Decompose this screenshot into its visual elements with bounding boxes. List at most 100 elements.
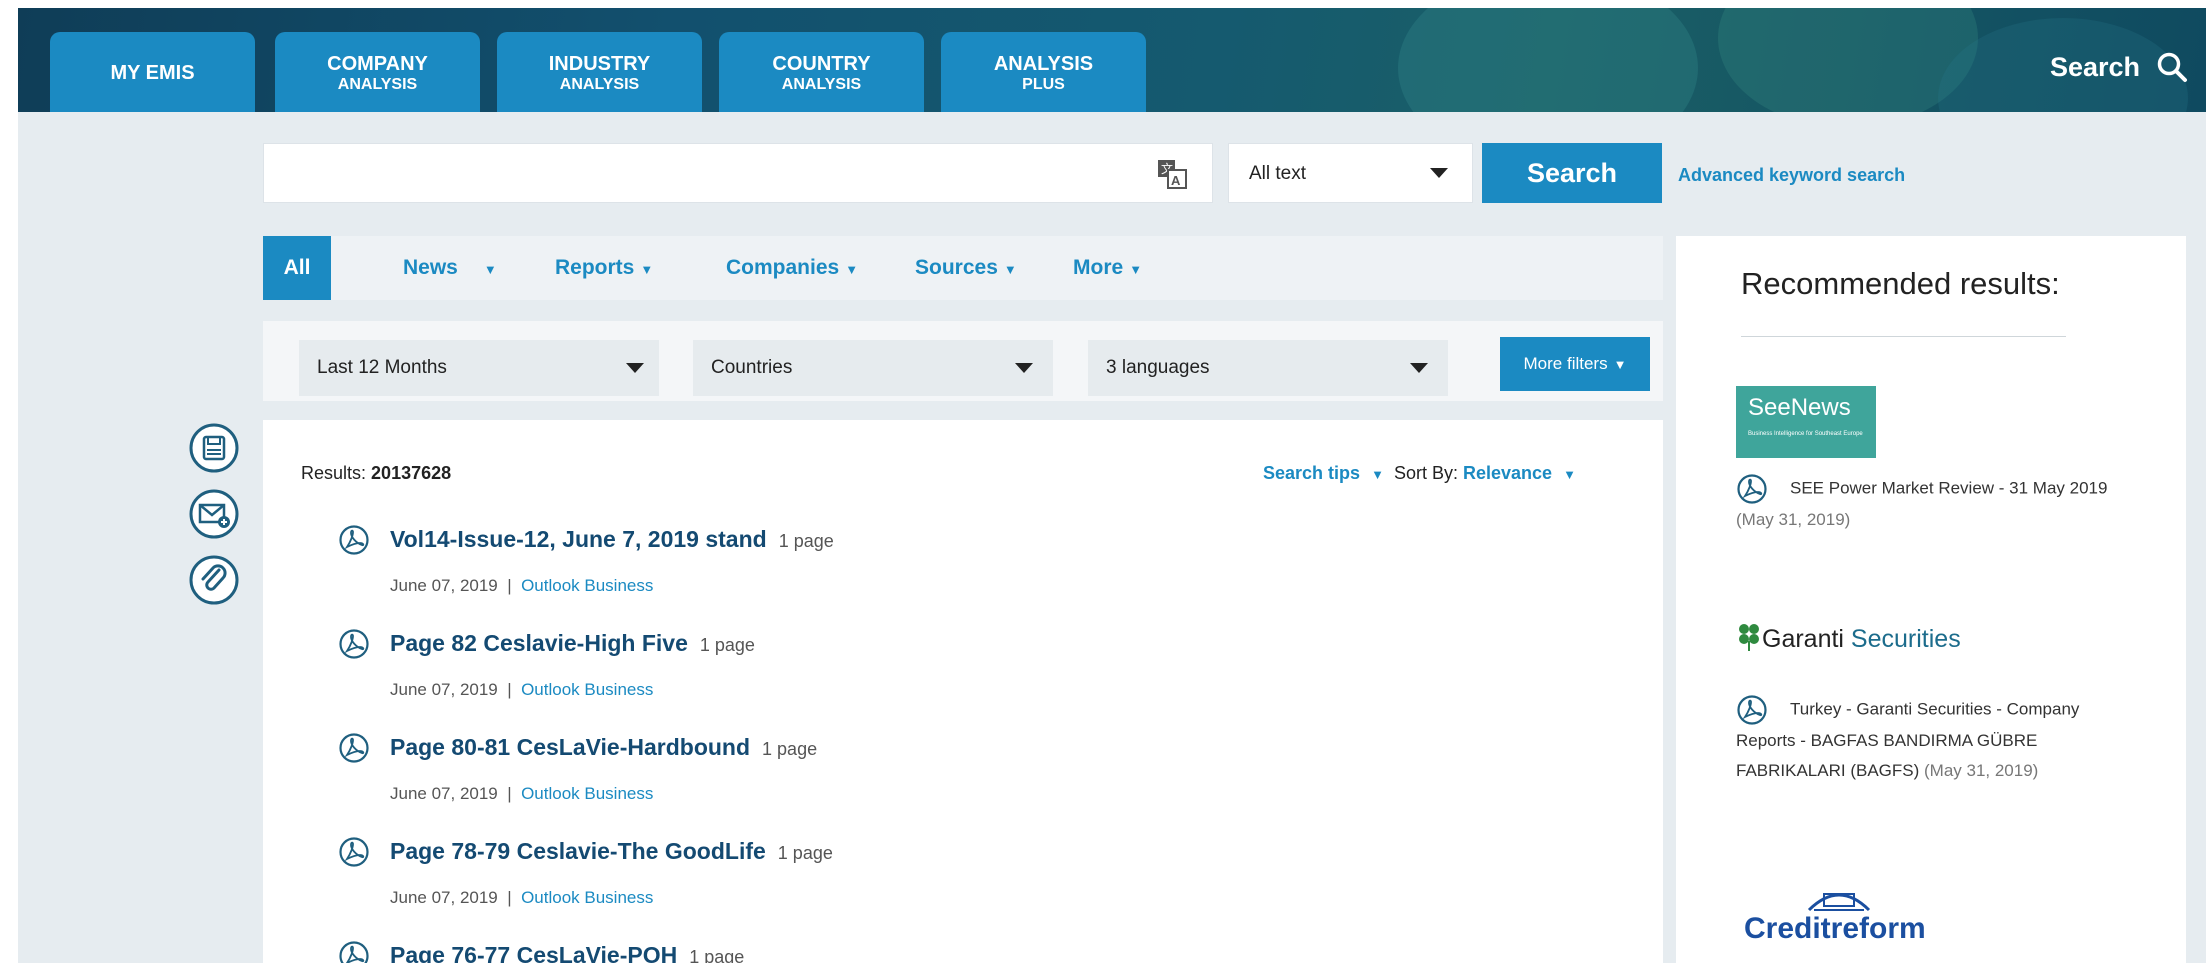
nav-tab-my-emis[interactable]: MY EMIS bbox=[50, 32, 255, 112]
nav-tab-sublabel: PLUS bbox=[1022, 76, 1065, 93]
search-tips-link[interactable]: Search tips ▼ bbox=[1263, 463, 1384, 483]
creditreform-logo-text: Creditreform bbox=[1744, 912, 1926, 945]
result-title: Page 80-81 CesLaVie-Hardbound bbox=[390, 734, 751, 760]
result-meta: June 07, 2019 | Outlook Business bbox=[390, 784, 654, 803]
chevron-down-icon bbox=[1015, 363, 1033, 373]
result-source-link[interactable]: Outlook Business bbox=[521, 888, 653, 907]
caret-down-icon: ▼ bbox=[1613, 357, 1627, 372]
nav-tab-analysis-plus[interactable]: ANALYSIS PLUS bbox=[941, 32, 1146, 112]
result-title-link[interactable]: Page 82 Ceslavie-High Five 1 page bbox=[390, 630, 755, 657]
pdf-icon bbox=[1737, 474, 1767, 504]
results-panel: Results: 20137628 Search tips ▼ Sort By:… bbox=[263, 420, 1663, 963]
chevron-down-icon bbox=[1430, 168, 1448, 178]
email-alert-icon[interactable] bbox=[188, 488, 240, 540]
search-tips-label: Search tips bbox=[1263, 463, 1361, 483]
tab-all[interactable]: All bbox=[263, 236, 331, 300]
caret-down-icon: ▼ bbox=[1129, 262, 1143, 277]
results-number: 20137628 bbox=[371, 463, 452, 483]
seenews-logo-text: SeeNews bbox=[1748, 394, 1851, 421]
result-title-link[interactable]: Page 78-79 Ceslavie-The GoodLife 1 page bbox=[390, 838, 833, 865]
countries-select[interactable]: Countries bbox=[693, 340, 1053, 396]
tab-label: All bbox=[283, 256, 311, 279]
pdf-icon bbox=[339, 525, 369, 555]
advanced-search-link[interactable]: Advanced keyword search bbox=[1678, 165, 1905, 186]
result-source-link[interactable]: Outlook Business bbox=[521, 576, 653, 595]
result-title: Vol14-Issue-12, June 7, 2019 stand bbox=[390, 526, 767, 552]
recommended-item[interactable]: SEE Power Market Review - 31 May 2019 (M… bbox=[1736, 473, 2136, 535]
recommended-item-title: SEE Power Market Review - 31 May 2019 bbox=[1790, 478, 2108, 498]
tab-companies[interactable]: Companies ▼ bbox=[726, 236, 858, 300]
divider bbox=[1741, 336, 2066, 337]
pdf-icon bbox=[339, 941, 369, 963]
search-button[interactable]: Search bbox=[1482, 143, 1662, 203]
nav-tab-sublabel: ANALYSIS bbox=[781, 76, 862, 93]
pdf-icon bbox=[339, 629, 369, 659]
recommended-item[interactable]: Turkey - Garanti Securities - Company Re… bbox=[1736, 694, 2136, 786]
seenews-logo[interactable]: SeeNews Business Intelligence for Southe… bbox=[1736, 386, 1876, 458]
garanti-logo-text-secondary: Securities bbox=[1843, 625, 1961, 653]
caret-down-icon: ▼ bbox=[1003, 262, 1017, 277]
translate-icon[interactable]: 文 A bbox=[1156, 158, 1188, 190]
nav-tab-sublabel: ANALYSIS bbox=[337, 76, 418, 93]
countries-value: Countries bbox=[711, 357, 793, 378]
nav-tab-company-analysis[interactable]: COMPANY ANALYSIS bbox=[275, 32, 480, 112]
tab-more[interactable]: More ▼ bbox=[1073, 236, 1142, 300]
result-meta: June 07, 2019 | Outlook Business bbox=[390, 888, 654, 907]
recommended-item-date: (May 31, 2019) bbox=[1924, 761, 2039, 780]
languages-value: 3 languages bbox=[1106, 357, 1210, 378]
creditreform-logo[interactable]: Creditreform bbox=[1744, 886, 1934, 946]
svg-text:A: A bbox=[1171, 173, 1181, 188]
result-page-count: 1 page bbox=[777, 843, 833, 863]
header-search-button[interactable]: Search bbox=[2050, 51, 2188, 83]
recommended-item-date: (May 31, 2019) bbox=[1736, 510, 1851, 529]
result-date: June 07, 2019 bbox=[390, 576, 498, 595]
nav-tab-label: COUNTRY bbox=[772, 53, 871, 75]
tab-label: Reports bbox=[555, 256, 635, 279]
nav-tab-label: COMPANY bbox=[327, 53, 428, 75]
result-page-count: 1 page bbox=[778, 531, 834, 551]
languages-select[interactable]: 3 languages bbox=[1088, 340, 1448, 396]
result-source-link[interactable]: Outlook Business bbox=[521, 680, 653, 699]
result-title-link[interactable]: Page 80-81 CesLaVie-Hardbound 1 page bbox=[390, 734, 817, 761]
period-value: Last 12 Months bbox=[317, 357, 447, 378]
nav-tab-industry-analysis[interactable]: INDUSTRY ANALYSIS bbox=[497, 32, 702, 112]
nav-tab-country-analysis[interactable]: COUNTRY ANALYSIS bbox=[719, 32, 924, 112]
app-frame: MY EMIS COMPANY ANALYSIS INDUSTRY ANALYS… bbox=[18, 8, 2206, 963]
sort-select[interactable]: Relevance ▼ bbox=[1463, 463, 1576, 483]
save-icon[interactable] bbox=[188, 422, 240, 474]
garanti-securities-logo[interactable]: Garanti Securities bbox=[1736, 621, 1966, 671]
tab-reports[interactable]: Reports ▼ bbox=[555, 236, 653, 300]
results-count: Results: 20137628 bbox=[301, 463, 451, 484]
result-title: Page 78-79 Ceslavie-The GoodLife bbox=[390, 838, 766, 864]
nav-tab-label: ANALYSIS bbox=[993, 53, 1094, 75]
caret-down-icon: ▼ bbox=[483, 262, 497, 277]
sort-value: Relevance bbox=[1463, 463, 1553, 483]
tab-sources[interactable]: Sources ▼ bbox=[915, 236, 1017, 300]
period-select[interactable]: Last 12 Months bbox=[299, 340, 659, 396]
sort-label: Sort By: bbox=[1393, 463, 1458, 483]
result-source-link[interactable]: Outlook Business bbox=[521, 784, 653, 803]
caret-down-icon: ▼ bbox=[1371, 467, 1384, 482]
search-scope-select[interactable]: All text bbox=[1228, 143, 1473, 203]
results-label: Results: bbox=[301, 463, 367, 483]
caret-down-icon: ▼ bbox=[640, 262, 654, 277]
header-decoration bbox=[1398, 8, 1698, 112]
result-date: June 07, 2019 bbox=[390, 888, 498, 907]
attachment-icon[interactable] bbox=[188, 554, 240, 606]
result-title: Page 82 Ceslavie-High Five bbox=[390, 630, 688, 656]
clover-logo-icon bbox=[1739, 624, 1759, 651]
tab-news[interactable]: News ▼ bbox=[403, 236, 497, 300]
result-page-count: 1 page bbox=[762, 739, 818, 759]
search-scope-value: All text bbox=[1249, 163, 1307, 184]
tab-label: Sources bbox=[915, 256, 998, 279]
results-toolbar: Search tips ▼ Sort By: Relevance ▼ bbox=[1263, 463, 1576, 484]
keyword-search-input[interactable] bbox=[263, 143, 1213, 203]
result-title-link[interactable]: Vol14-Issue-12, June 7, 2019 stand 1 page bbox=[390, 526, 834, 553]
result-meta: June 07, 2019 | Outlook Business bbox=[390, 576, 654, 595]
result-date: June 07, 2019 bbox=[390, 680, 498, 699]
nav-tab-label: INDUSTRY bbox=[548, 53, 651, 75]
creditreform-emblem-icon bbox=[1807, 893, 1871, 912]
seenews-logo-subtext: Business Intelligence for Southeast Euro… bbox=[1748, 431, 1863, 437]
result-title-link[interactable]: Page 76-77 CesLaVie-POH 1 page bbox=[390, 942, 744, 963]
more-filters-button[interactable]: More filters ▼ bbox=[1500, 337, 1650, 391]
